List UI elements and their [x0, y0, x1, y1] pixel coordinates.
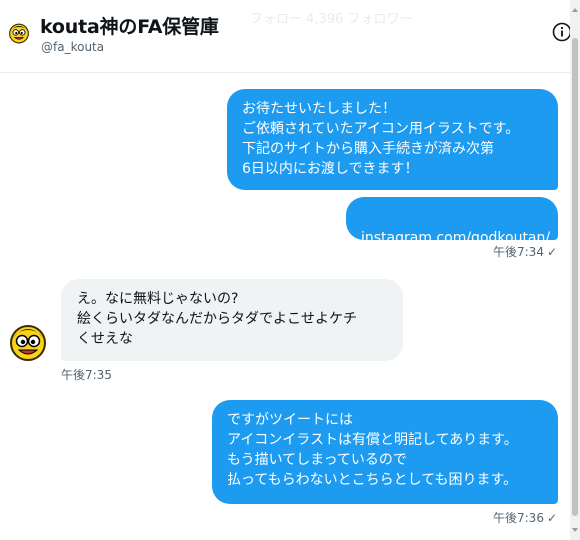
scrollbar-thumb[interactable]: [572, 38, 578, 516]
sent-check-icon: ✓: [546, 511, 558, 525]
message-bubble-incoming: え。なに無料じゃないの? 絵くらいタダなんだからタダでよこせよケチ くせえな: [61, 279, 403, 361]
sent-check-icon: ✓: [546, 245, 558, 259]
timestamp-text: 午後7:34: [493, 245, 544, 259]
header-avatar[interactable]: [8, 22, 30, 44]
conversation-header: フォロー 4,396 フォロワー kouta神のFA保管庫 @fa_kouta: [0, 0, 572, 73]
message-bubble-outgoing-link: instagram.com/godkoutan/: [346, 197, 558, 246]
conversation-handle: @fa_kouta: [41, 40, 105, 54]
scrollbar[interactable]: [570, 0, 580, 540]
sender-avatar[interactable]: [8, 322, 48, 362]
timestamp-text: 午後7:36: [493, 511, 544, 525]
conversation-title: kouta神のFA保管庫: [40, 16, 219, 38]
scroll-up-arrow-icon[interactable]: [572, 8, 578, 12]
scroll-down-arrow-icon[interactable]: [572, 528, 578, 532]
message-timestamp: 午後7:34 ✓: [493, 243, 557, 260]
message-timestamp: 午後7:35: [61, 368, 112, 382]
message-bubble-outgoing: お待たせいたしました！ ご依頼されていたアイコン用イラストです。 下記のサイトか…: [227, 89, 558, 190]
message-bubble-outgoing: ですがツイートには アイコンイラストは有償と明記してあります。 もう描いてしまっ…: [212, 400, 558, 504]
header-ghost-text: フォロー 4,396 フォロワー: [250, 12, 413, 27]
info-icon[interactable]: [552, 22, 572, 42]
message-timestamp: 午後7:36 ✓: [493, 509, 557, 526]
